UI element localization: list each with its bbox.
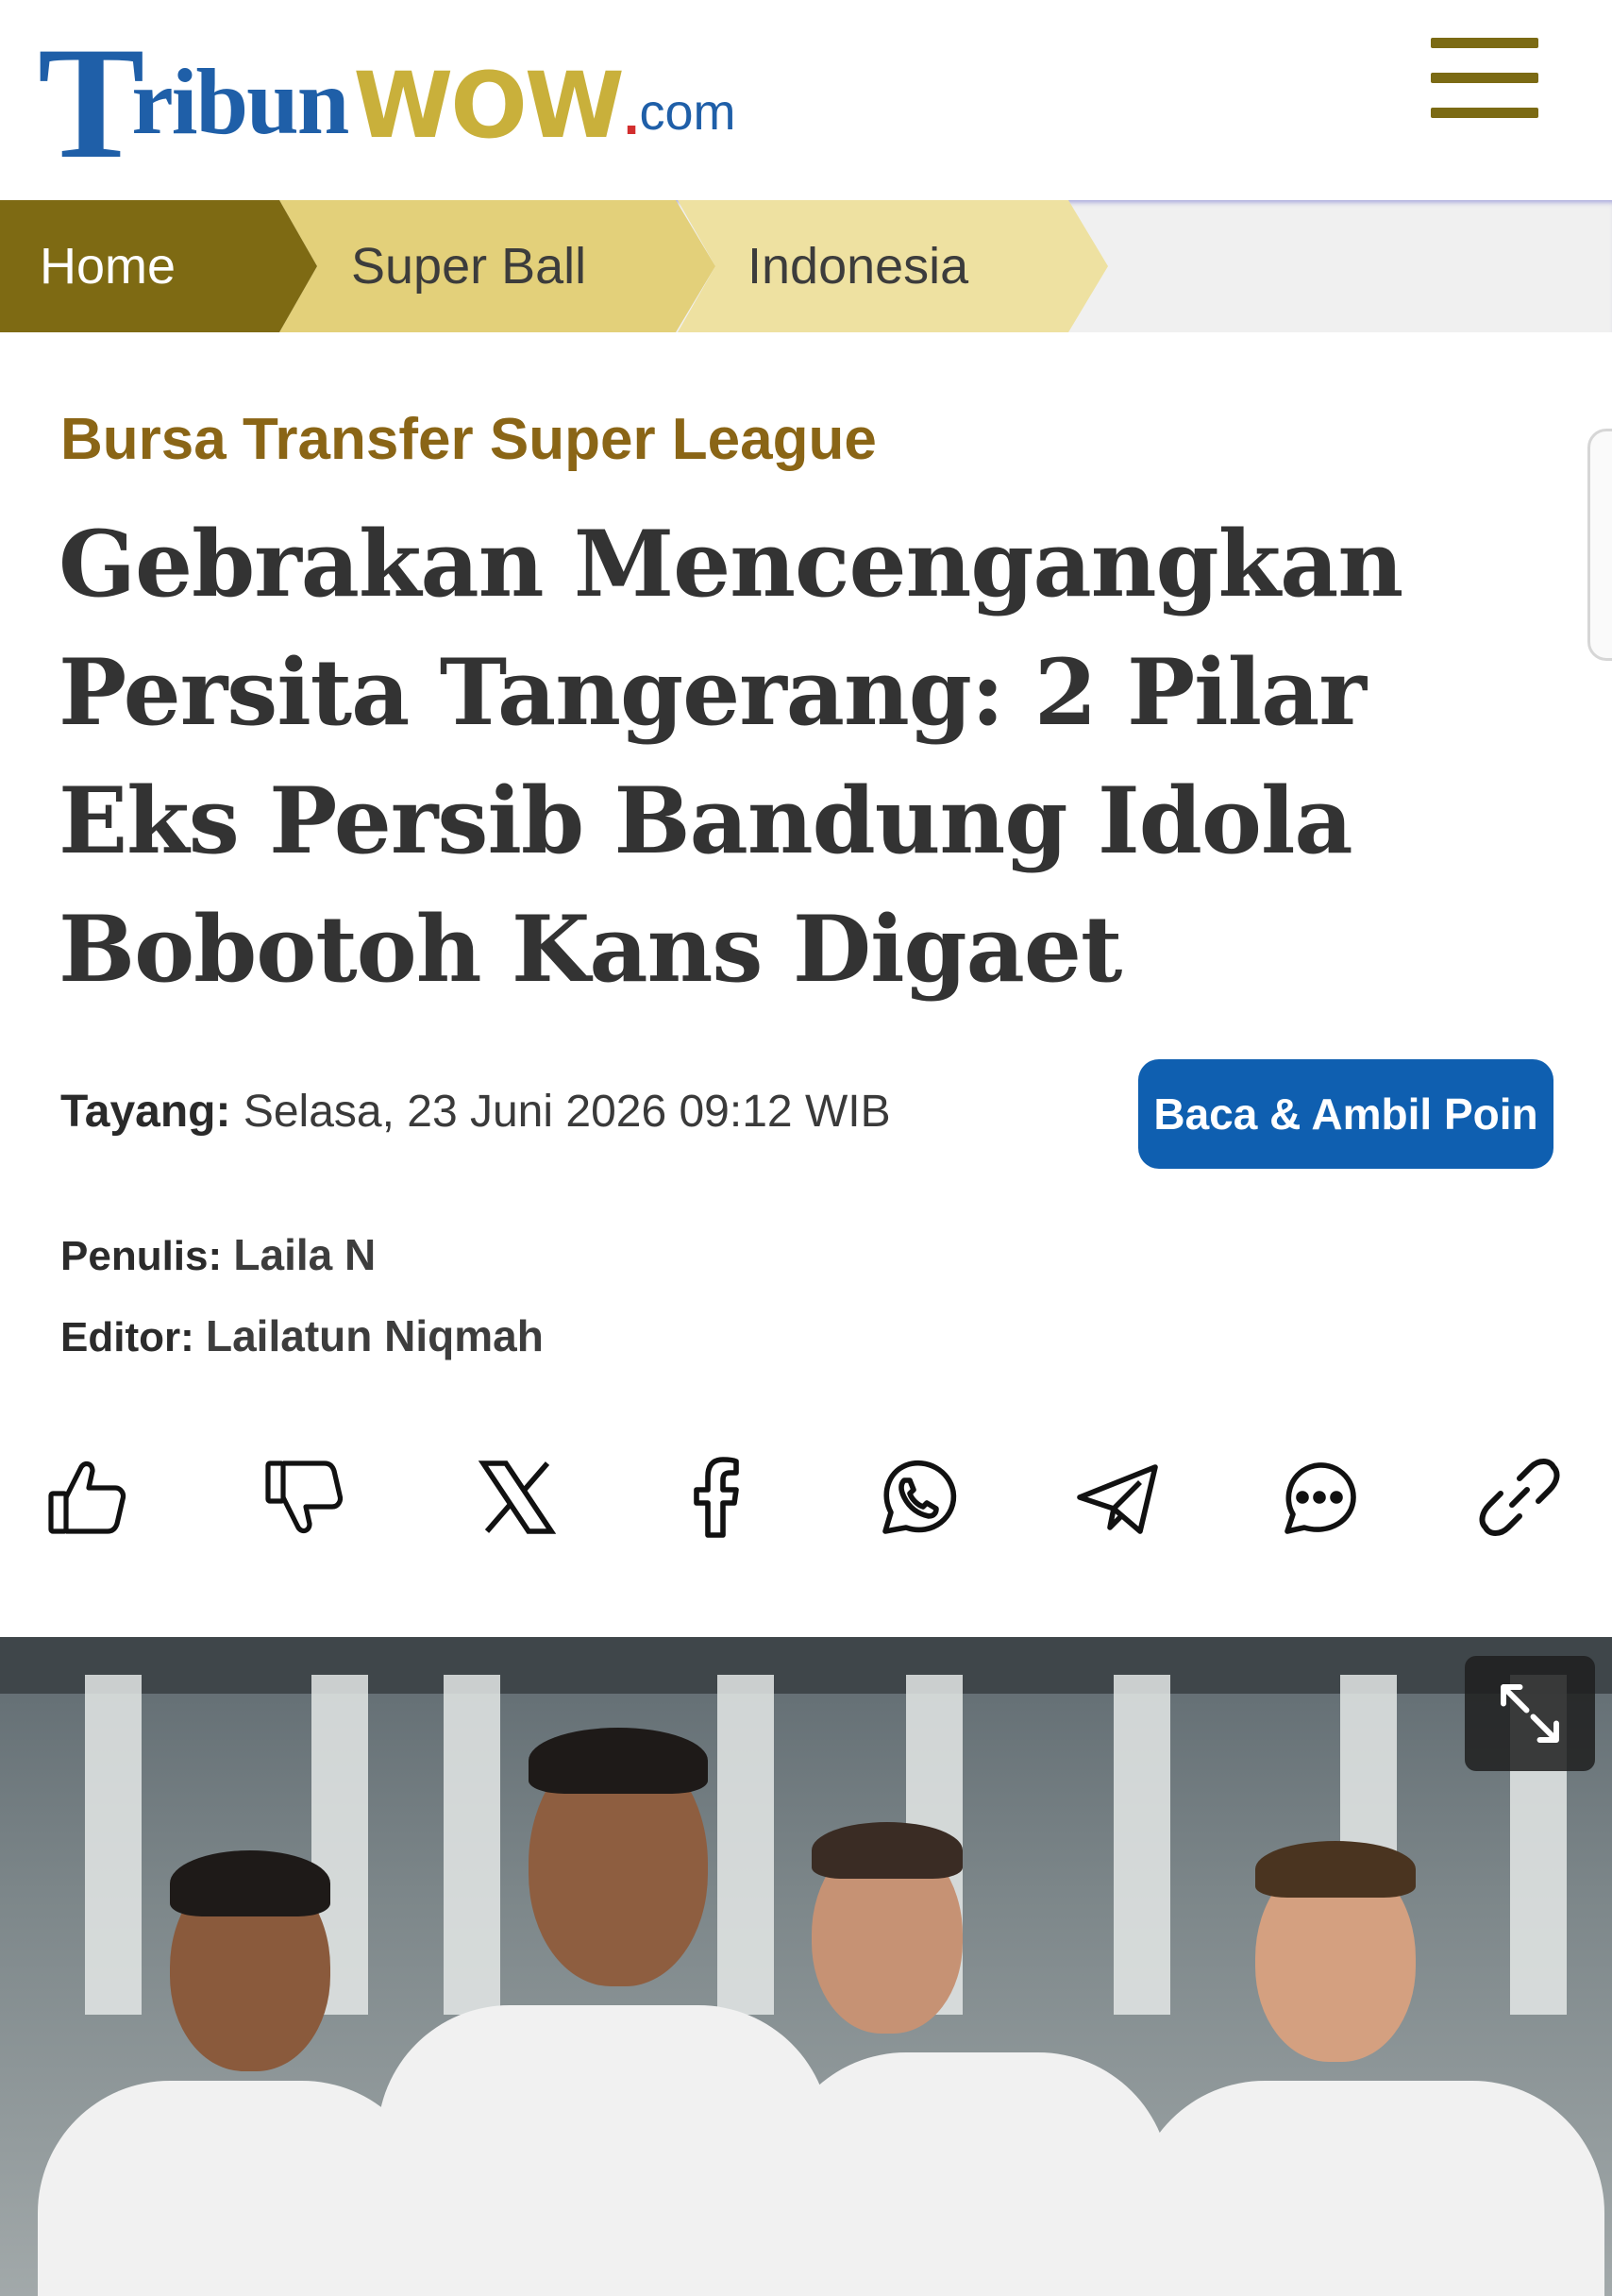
read-earn-points-button[interactable]: Baca & Ambil Poin [1138, 1059, 1553, 1169]
breadcrumb-label: Home [40, 238, 176, 295]
tribunwow-logo[interactable]: T ribun WOW . com [38, 13, 736, 192]
stadium-pillar [85, 1675, 142, 2015]
editor-label: Editor: [60, 1314, 194, 1360]
player-hair [529, 1728, 708, 1794]
facebook-icon[interactable] [668, 1450, 763, 1545]
breadcrumb-label: Indonesia [747, 238, 969, 295]
telegram-icon[interactable] [1070, 1450, 1165, 1545]
logo-text-ribun: ribun [131, 49, 349, 154]
logo-text-wow: WOW [353, 53, 624, 159]
editor-info: Editor: Lailatun Niqmah [60, 1310, 544, 1361]
stadium-pillar [717, 1675, 774, 2015]
stadium-pillar [444, 1675, 500, 2015]
player-shirt [38, 2081, 434, 2296]
publish-label: Tayang: [60, 1087, 231, 1137]
hamburger-menu-icon[interactable] [1431, 38, 1538, 125]
publish-date: Selasa, 23 Juni 2026 09:12 WIB [243, 1087, 891, 1137]
breadcrumb: Indonesia Super Ball Home [0, 200, 1612, 332]
side-drawer-tab[interactable] [1587, 429, 1612, 661]
logo-dot: . [623, 83, 640, 146]
player-shirt [1133, 2081, 1604, 2296]
logo-text-com: com [639, 84, 736, 141]
logo-letter-t: T [38, 14, 144, 192]
player-hair [170, 1850, 330, 1916]
expand-image-button[interactable] [1465, 1656, 1595, 1771]
expand-icon [1501, 1684, 1559, 1743]
player-hair [812, 1822, 963, 1879]
x-icon[interactable] [470, 1450, 564, 1545]
breadcrumb-home[interactable]: Home [0, 200, 317, 332]
stadium-pillar [1114, 1675, 1170, 2015]
writer-label: Penulis: [60, 1233, 223, 1279]
menu-line [1431, 73, 1538, 83]
publish-info: Tayang: Selasa, 23 Juni 2026 09:12 WIB [60, 1086, 891, 1138]
whatsapp-icon[interactable] [870, 1450, 965, 1545]
player-shirt [378, 2005, 831, 2296]
breadcrumb-indonesia[interactable]: Indonesia [678, 200, 1108, 332]
writer-name[interactable]: Laila N [233, 1230, 376, 1279]
player-shirt [774, 2052, 1170, 2296]
editor-name[interactable]: Lailatun Niqmah [206, 1311, 544, 1360]
thumbs-down-icon[interactable] [257, 1450, 351, 1545]
writer-info: Penulis: Laila N [60, 1229, 376, 1280]
breadcrumb-label: Super Ball [351, 238, 587, 295]
article-hero-image[interactable] [0, 1637, 1612, 2296]
article-kicker[interactable]: Bursa Transfer Super League [60, 406, 877, 473]
article-title: Gebrakan Mencengangkan Persita Tangerang… [59, 511, 1403, 1003]
player-hair [1255, 1841, 1416, 1898]
breadcrumb-super-ball[interactable]: Super Ball [279, 200, 715, 332]
site-header: T ribun WOW . com [0, 0, 1612, 200]
thumbs-up-icon[interactable] [40, 1450, 134, 1545]
menu-line [1431, 108, 1538, 118]
comment-icon[interactable] [1270, 1450, 1365, 1545]
menu-line [1431, 38, 1538, 48]
link-icon[interactable] [1472, 1450, 1567, 1545]
